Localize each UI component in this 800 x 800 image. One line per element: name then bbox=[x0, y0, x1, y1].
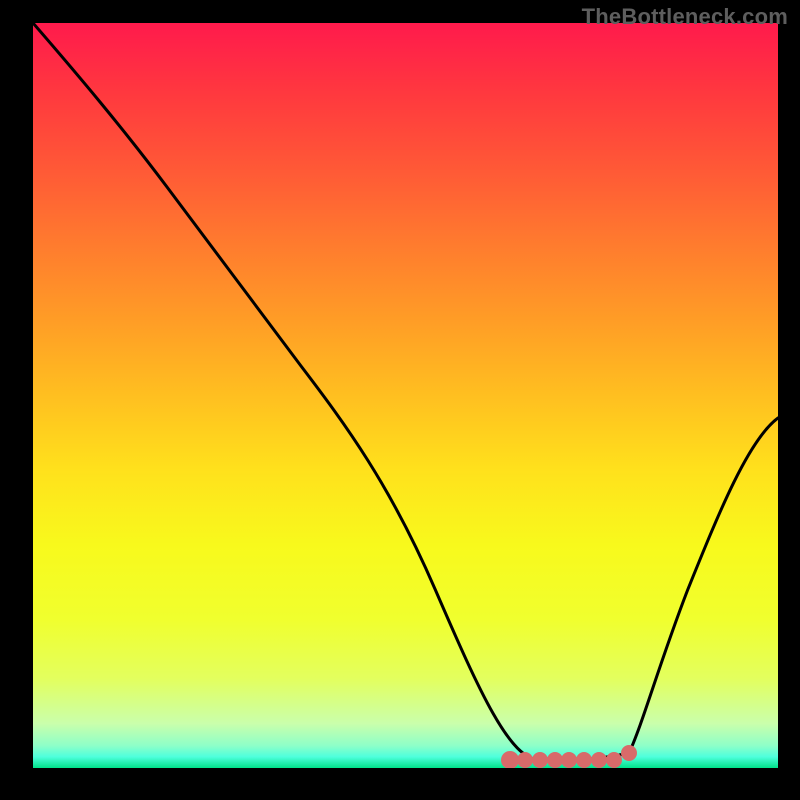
flat-region-markers bbox=[501, 745, 637, 768]
bottleneck-curve bbox=[33, 23, 778, 760]
chart-svg bbox=[33, 23, 778, 768]
plot-area bbox=[33, 23, 778, 768]
watermark-text: TheBottleneck.com bbox=[582, 4, 788, 30]
chart-container: TheBottleneck.com bbox=[0, 0, 800, 800]
